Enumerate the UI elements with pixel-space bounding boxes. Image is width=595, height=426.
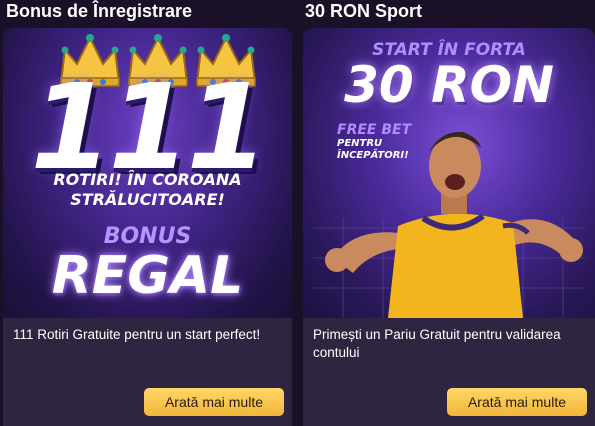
- banner-number: 111: [30, 58, 268, 196]
- show-more-button[interactable]: Arată mai multe: [144, 388, 284, 416]
- banner-pentru: PENTRU: [337, 138, 383, 149]
- banner-amount: 30 RON: [344, 56, 554, 114]
- promo-banner[interactable]: 111 ROTIRI! ÎN COROANA STRĂLUCITOARE! BO…: [3, 28, 292, 318]
- banner-free-bet: FREE BET: [337, 122, 412, 138]
- promo-description: Primești un Pariu Gratuit pentru validar…: [313, 327, 561, 360]
- promo-card-registration-bonus[interactable]: 111 ROTIRI! ÎN COROANA STRĂLUCITOARE! BO…: [3, 28, 292, 426]
- banner-line2: STRĂLUCITOARE!: [70, 190, 225, 209]
- banner-regal: REGAL: [51, 246, 244, 306]
- promo-card-sport-freebet[interactable]: START ÎN FORTA 30 RON FREE BET PENTRU ÎN…: [303, 28, 595, 426]
- banner-line1: ROTIRI! ÎN COROANA: [53, 170, 242, 189]
- section-title: 30 RON Sport: [305, 1, 423, 21]
- promo-column-sport: 30 RON Sport START ÎN FORTA 30 RON FREE …: [303, 0, 595, 426]
- promo-description: 111 Rotiri Gratuite pentru un start perf…: [13, 327, 261, 342]
- banner-incepatori: ÎNCEPĂTORI!: [337, 150, 409, 161]
- section-title: Bonus de Înregistrare: [6, 1, 193, 21]
- show-more-button[interactable]: Arată mai multe: [447, 388, 587, 416]
- promo-banner[interactable]: START ÎN FORTA 30 RON FREE BET PENTRU ÎN…: [303, 28, 595, 318]
- promo-column-bonus: Bonus de Înregistrare 111 ROTIRI! ÎN COR…: [0, 0, 292, 426]
